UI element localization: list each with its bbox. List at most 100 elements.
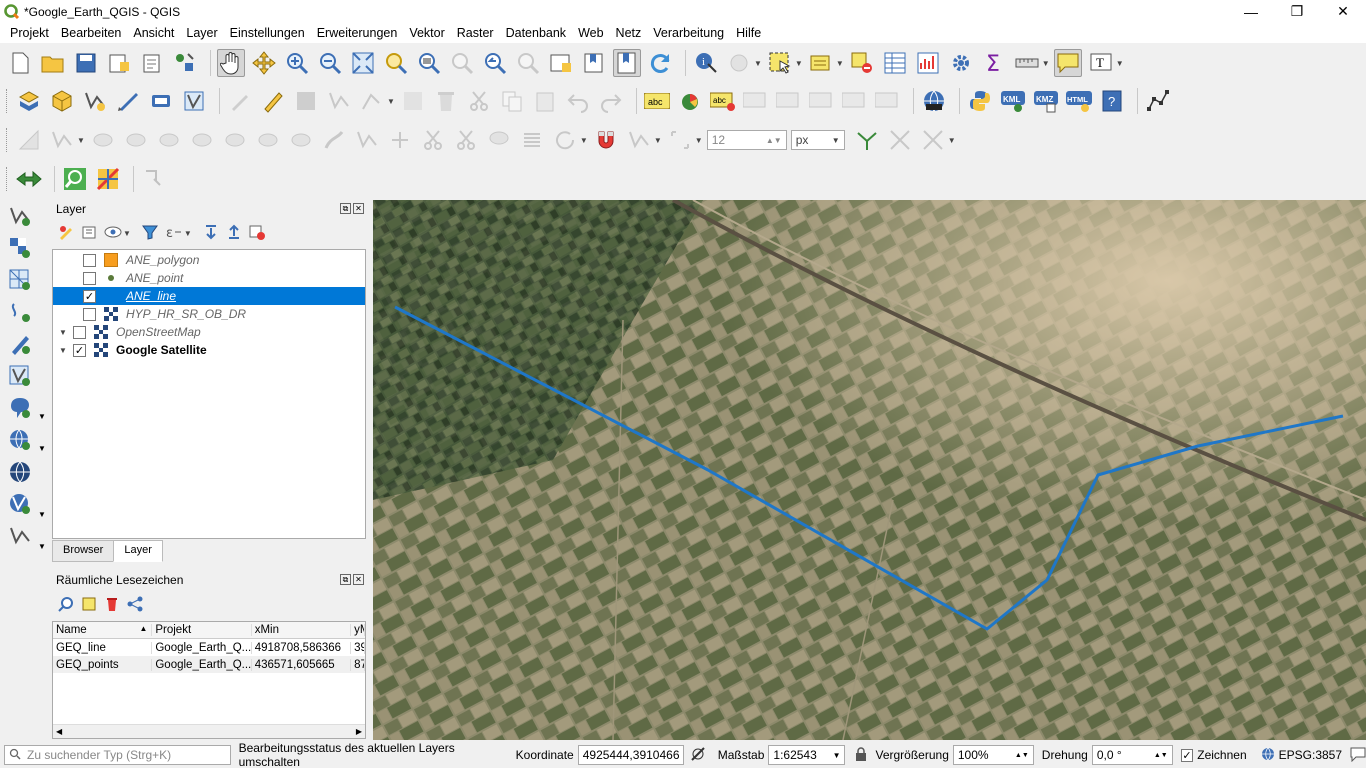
- add-part-icon[interactable]: [155, 126, 183, 154]
- add-wcs-layer-icon[interactable]: [6, 490, 34, 518]
- data-source-manager-icon[interactable]: [15, 87, 43, 115]
- spin-arrows-icon[interactable]: ▲▼: [1154, 752, 1168, 759]
- toolbox-icon[interactable]: [947, 49, 975, 77]
- rotate-symbols-icon[interactable]: [551, 126, 579, 154]
- new-virtual-layer-icon[interactable]: [180, 87, 208, 115]
- self-snapping-icon[interactable]: [919, 126, 947, 154]
- diagram-icon[interactable]: [676, 87, 704, 115]
- layer-visibility-checkbox[interactable]: ✓: [83, 289, 96, 303]
- menu-bearbeiten[interactable]: Bearbeiten: [55, 26, 127, 40]
- add-postgis-layer-icon[interactable]: [6, 394, 34, 422]
- select-features-icon[interactable]: [766, 49, 794, 77]
- scroll-right-icon[interactable]: ▶: [356, 727, 362, 736]
- quick-map-services-icon[interactable]: [94, 165, 122, 193]
- zoom-next-icon[interactable]: [514, 49, 542, 77]
- topological-editing-icon[interactable]: [886, 126, 914, 154]
- menu-datenbank[interactable]: Datenbank: [500, 26, 572, 40]
- layer-row-openstreetmap[interactable]: ▼ OpenStreetMap: [53, 323, 365, 341]
- lock-scale-icon[interactable]: [855, 746, 867, 764]
- filter-legend-icon[interactable]: [141, 224, 158, 243]
- move-label-icon[interactable]: [808, 87, 836, 115]
- open-project-icon[interactable]: [39, 49, 67, 77]
- column-header-projekt[interactable]: Projekt: [152, 624, 252, 636]
- locator-search-input[interactable]: Zu suchender Typ (Strg+K): [4, 745, 231, 765]
- new-print-layout-icon[interactable]: [105, 49, 133, 77]
- crs-globe-icon[interactable]: [1261, 747, 1275, 764]
- snapping-mode-icon[interactable]: [625, 126, 653, 154]
- toggle-editing-icon[interactable]: [259, 87, 287, 115]
- zoom-native-icon[interactable]: [448, 49, 476, 77]
- add-virtual-layer-icon[interactable]: [6, 362, 34, 390]
- menu-web[interactable]: Web: [572, 26, 609, 40]
- table-row[interactable]: GEQ_line Google_Earth_Q... 4918708,58636…: [53, 639, 365, 656]
- delete-part-icon[interactable]: [254, 126, 282, 154]
- cut-features-icon[interactable]: [465, 87, 493, 115]
- maximize-button[interactable]: ❐: [1274, 0, 1320, 23]
- delete-ring-icon[interactable]: [221, 126, 249, 154]
- add-mesh-layer-icon[interactable]: [6, 266, 34, 294]
- chevron-down-icon[interactable]: ▼: [38, 542, 46, 551]
- run-action-icon[interactable]: [725, 49, 753, 77]
- expand-arrow-icon[interactable]: ▼: [59, 346, 69, 355]
- open-layer-tree-icon[interactable]: [15, 165, 43, 193]
- layer-row-ane-polygon[interactable]: ANE_polygon: [53, 251, 365, 269]
- refresh-icon[interactable]: [646, 49, 674, 77]
- zoom-full-icon[interactable]: [349, 49, 377, 77]
- new-project-icon[interactable]: [6, 49, 34, 77]
- simplify-feature-icon[interactable]: [122, 126, 150, 154]
- reshape-features-icon[interactable]: [287, 126, 315, 154]
- expand-arrow-icon[interactable]: ▼: [59, 328, 69, 337]
- menu-hilfe[interactable]: Hilfe: [730, 26, 767, 40]
- map-canvas[interactable]: [373, 200, 1366, 740]
- undo-icon[interactable]: [564, 87, 592, 115]
- attribute-table-icon[interactable]: [881, 49, 909, 77]
- remove-layer-icon[interactable]: [249, 224, 265, 243]
- coordinate-field[interactable]: 4925444,3910466: [577, 745, 684, 765]
- measure-line-icon[interactable]: [1013, 49, 1041, 77]
- help-icon[interactable]: ?: [1098, 87, 1126, 115]
- scale-combobox[interactable]: 1:62543 ▼: [768, 745, 846, 765]
- minimize-button[interactable]: —: [1228, 0, 1274, 23]
- crs-button[interactable]: EPSG:3857: [1279, 748, 1342, 762]
- advanced-digitizing-icon[interactable]: [15, 126, 43, 154]
- select-by-value-icon[interactable]: [807, 49, 835, 77]
- zoom-to-bookmark-icon[interactable]: [58, 596, 74, 615]
- add-vector-layer-icon[interactable]: [6, 202, 34, 230]
- tab-layer[interactable]: Layer: [113, 540, 163, 562]
- change-label-icon[interactable]: [874, 87, 902, 115]
- rotation-spinbox[interactable]: 0,0 ° ▲▼: [1091, 745, 1173, 765]
- new-shapefile-icon[interactable]: [81, 87, 109, 115]
- kml-export-icon[interactable]: KML: [999, 87, 1027, 115]
- paste-features-icon[interactable]: [531, 87, 559, 115]
- layer-visibility-checkbox[interactable]: [83, 271, 96, 285]
- layer-labeling-icon[interactable]: abc: [709, 87, 737, 115]
- table-row[interactable]: GEQ_points Google_Earth_Q... 436571,6056…: [53, 656, 365, 673]
- chevron-down-icon[interactable]: ▼: [38, 510, 46, 519]
- horizontal-scrollbar[interactable]: ◀ ▶: [53, 724, 365, 738]
- rotate-feature-icon[interactable]: [89, 126, 117, 154]
- layer-row-hyp-hr-sr-ob-dr[interactable]: HYP_HR_SR_OB_DR: [53, 305, 365, 323]
- add-bookmark-icon[interactable]: [81, 596, 97, 615]
- column-header-xmin[interactable]: xMin: [252, 624, 352, 636]
- menu-raster[interactable]: Raster: [451, 26, 500, 40]
- menu-einstellungen[interactable]: Einstellungen: [224, 26, 311, 40]
- layer-row-ane-line[interactable]: ✓ ANE_line: [53, 287, 365, 305]
- chevron-down-icon[interactable]: ▼: [38, 412, 46, 421]
- menu-ansicht[interactable]: Ansicht: [127, 26, 180, 40]
- expand-all-icon[interactable]: [203, 224, 219, 243]
- zoom-to-layer-icon[interactable]: [415, 49, 443, 77]
- menu-verarbeitung[interactable]: Verarbeitung: [647, 26, 730, 40]
- close-button[interactable]: ✕: [1320, 0, 1366, 23]
- layer-row-google-satellite[interactable]: ▼ ✓ Google Satellite: [53, 341, 365, 359]
- collapse-all-icon[interactable]: [226, 224, 242, 243]
- layer-visibility-checkbox[interactable]: [83, 307, 96, 321]
- new-map-view-icon[interactable]: [547, 49, 575, 77]
- render-checkbox[interactable]: ✓: [1180, 748, 1194, 762]
- add-wfs-layer-icon[interactable]: [6, 458, 34, 486]
- save-edits-icon[interactable]: [292, 87, 320, 115]
- merge-features-icon[interactable]: [485, 126, 513, 154]
- add-raster-layer-icon[interactable]: [6, 234, 34, 262]
- spin-arrows-icon[interactable]: ▲▼: [766, 136, 782, 145]
- style-manager-icon[interactable]: [171, 49, 199, 77]
- chevron-down-icon[interactable]: ▼: [38, 444, 46, 453]
